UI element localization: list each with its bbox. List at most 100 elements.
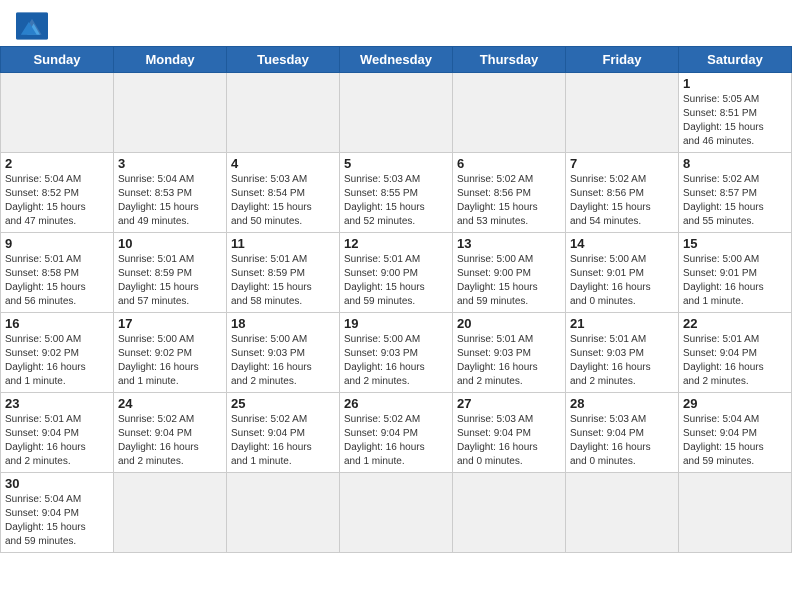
day-info: Sunrise: 5:03 AM Sunset: 9:04 PM Dayligh… [457, 413, 561, 469]
day-info: Sunrise: 5:02 AM Sunset: 9:04 PM Dayligh… [344, 413, 448, 469]
calendar-cell: 12 Sunrise: 5:01 AM Sunset: 9:00 PM Dayli… [340, 233, 453, 313]
day-info: Sunrise: 5:02 AM Sunset: 8:56 PM Dayligh… [457, 173, 561, 229]
day-number: 10 [118, 236, 222, 251]
day-info: Sunrise: 5:00 AM Sunset: 9:01 PM Dayligh… [570, 253, 674, 309]
day-info: Sunrise: 5:03 AM Sunset: 8:55 PM Dayligh… [344, 173, 448, 229]
calendar-cell [566, 473, 679, 553]
calendar-cell [114, 473, 227, 553]
day-number: 22 [683, 316, 787, 331]
calendar-cell: 19 Sunrise: 5:00 AM Sunset: 9:03 PM Dayli… [340, 313, 453, 393]
day-number: 8 [683, 156, 787, 171]
day-info: Sunrise: 5:01 AM Sunset: 9:03 PM Dayligh… [457, 333, 561, 389]
day-number: 6 [457, 156, 561, 171]
day-number: 2 [5, 156, 109, 171]
day-info: Sunrise: 5:00 AM Sunset: 9:03 PM Dayligh… [231, 333, 335, 389]
day-number: 12 [344, 236, 448, 251]
calendar-cell: 13 Sunrise: 5:00 AM Sunset: 9:00 PM Dayli… [453, 233, 566, 313]
day-number: 16 [5, 316, 109, 331]
calendar-cell [453, 73, 566, 153]
day-info: Sunrise: 5:00 AM Sunset: 9:00 PM Dayligh… [457, 253, 561, 309]
calendar-cell: 30 Sunrise: 5:04 AM Sunset: 9:04 PM Dayli… [1, 473, 114, 553]
calendar-cell [1, 73, 114, 153]
day-of-week-header: Thursday [453, 47, 566, 73]
calendar-cell [227, 473, 340, 553]
day-number: 5 [344, 156, 448, 171]
calendar-cell [453, 473, 566, 553]
calendar-cell: 3Sunrise: 5:04 AM Sunset: 8:53 PM Daylig… [114, 153, 227, 233]
day-number: 9 [5, 236, 109, 251]
calendar-cell [114, 73, 227, 153]
day-info: Sunrise: 5:02 AM Sunset: 9:04 PM Dayligh… [231, 413, 335, 469]
day-info: Sunrise: 5:02 AM Sunset: 8:56 PM Dayligh… [570, 173, 674, 229]
calendar-cell: 7 Sunrise: 5:02 AM Sunset: 8:56 PM Daylig… [566, 153, 679, 233]
calendar-cell: 17 Sunrise: 5:00 AM Sunset: 9:02 PM Dayli… [114, 313, 227, 393]
day-info: Sunrise: 5:01 AM Sunset: 9:04 PM Dayligh… [5, 413, 109, 469]
calendar-cell: 9 Sunrise: 5:01 AM Sunset: 8:58 PM Daylig… [1, 233, 114, 313]
day-of-week-header: Friday [566, 47, 679, 73]
day-info: Sunrise: 5:00 AM Sunset: 9:01 PM Dayligh… [683, 253, 787, 309]
day-info: Sunrise: 5:00 AM Sunset: 9:02 PM Dayligh… [118, 333, 222, 389]
calendar-cell: 11Sunrise: 5:01 AM Sunset: 8:59 PM Dayli… [227, 233, 340, 313]
calendar-cell: 8 Sunrise: 5:02 AM Sunset: 8:57 PM Daylig… [679, 153, 792, 233]
day-number: 30 [5, 476, 109, 491]
calendar-cell: 21 Sunrise: 5:01 AM Sunset: 9:03 PM Dayli… [566, 313, 679, 393]
day-of-week-header: Saturday [679, 47, 792, 73]
day-info: Sunrise: 5:01 AM Sunset: 9:03 PM Dayligh… [570, 333, 674, 389]
day-number: 29 [683, 396, 787, 411]
day-info: Sunrise: 5:04 AM Sunset: 9:04 PM Dayligh… [5, 493, 109, 549]
calendar-cell: 20Sunrise: 5:01 AM Sunset: 9:03 PM Dayli… [453, 313, 566, 393]
day-info: Sunrise: 5:05 AM Sunset: 8:51 PM Dayligh… [683, 93, 787, 149]
calendar-header-row: SundayMondayTuesdayWednesdayThursdayFrid… [1, 47, 792, 73]
day-number: 18 [231, 316, 335, 331]
day-info: Sunrise: 5:01 AM Sunset: 9:04 PM Dayligh… [683, 333, 787, 389]
day-number: 7 [570, 156, 674, 171]
day-info: Sunrise: 5:01 AM Sunset: 8:58 PM Dayligh… [5, 253, 109, 309]
calendar-week-row: 9 Sunrise: 5:01 AM Sunset: 8:58 PM Daylig… [1, 233, 792, 313]
day-info: Sunrise: 5:00 AM Sunset: 9:02 PM Dayligh… [5, 333, 109, 389]
day-of-week-header: Monday [114, 47, 227, 73]
calendar-cell: 22 Sunrise: 5:01 AM Sunset: 9:04 PM Dayli… [679, 313, 792, 393]
calendar-table: SundayMondayTuesdayWednesdayThursdayFrid… [0, 46, 792, 553]
day-info: Sunrise: 5:04 AM Sunset: 9:04 PM Dayligh… [683, 413, 787, 469]
logo-icon [16, 12, 48, 40]
logo [16, 12, 52, 40]
calendar-cell: 2Sunrise: 5:04 AM Sunset: 8:52 PM Daylig… [1, 153, 114, 233]
day-number: 26 [344, 396, 448, 411]
calendar-cell [340, 73, 453, 153]
day-number: 1 [683, 76, 787, 91]
day-number: 13 [457, 236, 561, 251]
day-info: Sunrise: 5:03 AM Sunset: 9:04 PM Dayligh… [570, 413, 674, 469]
calendar-cell: 14Sunrise: 5:00 AM Sunset: 9:01 PM Dayli… [566, 233, 679, 313]
calendar-week-row: 30 Sunrise: 5:04 AM Sunset: 9:04 PM Dayli… [1, 473, 792, 553]
day-number: 27 [457, 396, 561, 411]
calendar-cell: 1 Sunrise: 5:05 AM Sunset: 8:51 PM Daylig… [679, 73, 792, 153]
calendar-cell [679, 473, 792, 553]
calendar-cell: 29 Sunrise: 5:04 AM Sunset: 9:04 PM Dayli… [679, 393, 792, 473]
calendar-week-row: 2Sunrise: 5:04 AM Sunset: 8:52 PM Daylig… [1, 153, 792, 233]
day-number: 15 [683, 236, 787, 251]
calendar-cell: 4Sunrise: 5:03 AM Sunset: 8:54 PM Daylig… [227, 153, 340, 233]
calendar-cell: 10Sunrise: 5:01 AM Sunset: 8:59 PM Dayli… [114, 233, 227, 313]
day-number: 21 [570, 316, 674, 331]
calendar-cell [566, 73, 679, 153]
day-info: Sunrise: 5:02 AM Sunset: 8:57 PM Dayligh… [683, 173, 787, 229]
calendar-cell: 15 Sunrise: 5:00 AM Sunset: 9:01 PM Dayli… [679, 233, 792, 313]
calendar-cell: 23Sunrise: 5:01 AM Sunset: 9:04 PM Dayli… [1, 393, 114, 473]
day-info: Sunrise: 5:01 AM Sunset: 9:00 PM Dayligh… [344, 253, 448, 309]
calendar-cell: 18 Sunrise: 5:00 AM Sunset: 9:03 PM Dayli… [227, 313, 340, 393]
day-of-week-header: Wednesday [340, 47, 453, 73]
calendar-cell: 25Sunrise: 5:02 AM Sunset: 9:04 PM Dayli… [227, 393, 340, 473]
day-number: 4 [231, 156, 335, 171]
calendar-cell: 24Sunrise: 5:02 AM Sunset: 9:04 PM Dayli… [114, 393, 227, 473]
day-number: 19 [344, 316, 448, 331]
calendar-cell: 28Sunrise: 5:03 AM Sunset: 9:04 PM Dayli… [566, 393, 679, 473]
day-info: Sunrise: 5:02 AM Sunset: 9:04 PM Dayligh… [118, 413, 222, 469]
calendar-cell: 27 Sunrise: 5:03 AM Sunset: 9:04 PM Dayli… [453, 393, 566, 473]
day-info: Sunrise: 5:00 AM Sunset: 9:03 PM Dayligh… [344, 333, 448, 389]
calendar-cell [227, 73, 340, 153]
calendar-week-row: 16 Sunrise: 5:00 AM Sunset: 9:02 PM Dayli… [1, 313, 792, 393]
calendar-cell: 26 Sunrise: 5:02 AM Sunset: 9:04 PM Dayli… [340, 393, 453, 473]
day-of-week-header: Sunday [1, 47, 114, 73]
day-number: 17 [118, 316, 222, 331]
calendar-cell: 6 Sunrise: 5:02 AM Sunset: 8:56 PM Daylig… [453, 153, 566, 233]
